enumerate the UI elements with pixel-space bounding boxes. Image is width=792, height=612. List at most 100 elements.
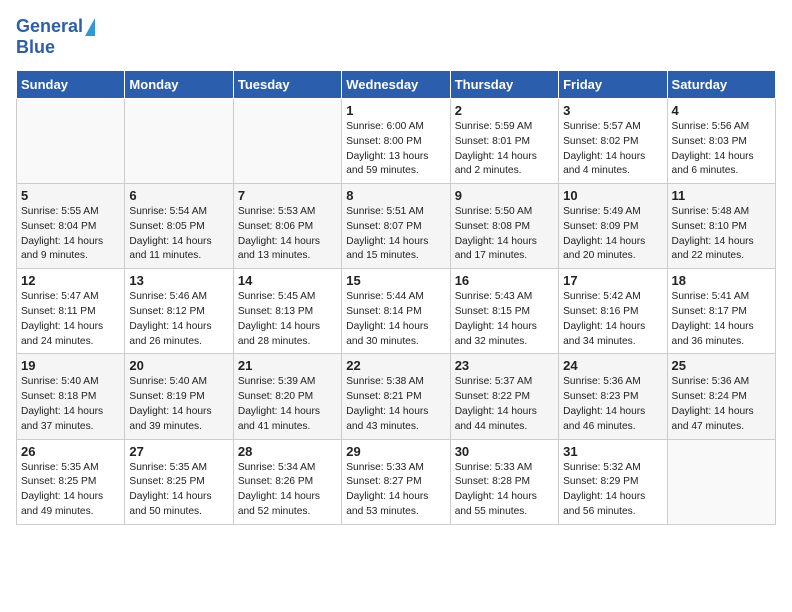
day-info: Sunrise: 5:37 AMSunset: 8:22 PMDaylight:… xyxy=(455,375,554,434)
day-info: Sunrise: 6:00 AMSunset: 8:00 PMDaylight:… xyxy=(346,120,445,179)
day-info: Sunrise: 5:44 AMSunset: 8:14 PMDaylight:… xyxy=(346,290,445,349)
day-number: 13 xyxy=(129,273,228,288)
calendar-cell: 13 Sunrise: 5:46 AMSunset: 8:12 PMDayligh… xyxy=(125,269,233,354)
day-info: Sunrise: 5:36 AMSunset: 8:23 PMDaylight:… xyxy=(563,375,662,434)
day-number: 8 xyxy=(346,188,445,203)
calendar-cell xyxy=(17,99,125,184)
day-number: 31 xyxy=(563,444,662,459)
day-info: Sunrise: 5:46 AMSunset: 8:12 PMDaylight:… xyxy=(129,290,228,349)
day-number: 22 xyxy=(346,358,445,373)
calendar-cell: 19 Sunrise: 5:40 AMSunset: 8:18 PMDayligh… xyxy=(17,354,125,439)
day-info: Sunrise: 5:45 AMSunset: 8:13 PMDaylight:… xyxy=(238,290,337,349)
day-info: Sunrise: 5:49 AMSunset: 8:09 PMDaylight:… xyxy=(563,205,662,264)
header-sunday: Sunday xyxy=(17,71,125,99)
day-info: Sunrise: 5:38 AMSunset: 8:21 PMDaylight:… xyxy=(346,375,445,434)
calendar-cell: 11 Sunrise: 5:48 AMSunset: 8:10 PMDayligh… xyxy=(667,184,775,269)
day-info: Sunrise: 5:32 AMSunset: 8:29 PMDaylight:… xyxy=(563,461,662,520)
day-info: Sunrise: 5:54 AMSunset: 8:05 PMDaylight:… xyxy=(129,205,228,264)
day-info: Sunrise: 5:59 AMSunset: 8:01 PMDaylight:… xyxy=(455,120,554,179)
calendar-table: SundayMondayTuesdayWednesdayThursdayFrid… xyxy=(16,70,776,525)
calendar-cell: 27 Sunrise: 5:35 AMSunset: 8:25 PMDayligh… xyxy=(125,439,233,524)
day-number: 2 xyxy=(455,103,554,118)
calendar-header-row: SundayMondayTuesdayWednesdayThursdayFrid… xyxy=(17,71,776,99)
week-row-1: 1 Sunrise: 6:00 AMSunset: 8:00 PMDaylight… xyxy=(17,99,776,184)
day-info: Sunrise: 5:55 AMSunset: 8:04 PMDaylight:… xyxy=(21,205,120,264)
day-number: 6 xyxy=(129,188,228,203)
day-number: 5 xyxy=(21,188,120,203)
calendar-cell: 21 Sunrise: 5:39 AMSunset: 8:20 PMDayligh… xyxy=(233,354,341,439)
day-number: 27 xyxy=(129,444,228,459)
day-number: 1 xyxy=(346,103,445,118)
day-info: Sunrise: 5:33 AMSunset: 8:27 PMDaylight:… xyxy=(346,461,445,520)
day-number: 14 xyxy=(238,273,337,288)
day-number: 16 xyxy=(455,273,554,288)
logo: General Blue xyxy=(16,16,95,58)
day-number: 23 xyxy=(455,358,554,373)
header-thursday: Thursday xyxy=(450,71,558,99)
day-info: Sunrise: 5:39 AMSunset: 8:20 PMDaylight:… xyxy=(238,375,337,434)
calendar-cell: 6 Sunrise: 5:54 AMSunset: 8:05 PMDaylight… xyxy=(125,184,233,269)
calendar-cell: 28 Sunrise: 5:34 AMSunset: 8:26 PMDayligh… xyxy=(233,439,341,524)
calendar-cell: 17 Sunrise: 5:42 AMSunset: 8:16 PMDayligh… xyxy=(559,269,667,354)
day-info: Sunrise: 5:48 AMSunset: 8:10 PMDaylight:… xyxy=(672,205,771,264)
logo-general: General xyxy=(16,16,83,37)
week-row-4: 19 Sunrise: 5:40 AMSunset: 8:18 PMDayligh… xyxy=(17,354,776,439)
calendar-cell: 31 Sunrise: 5:32 AMSunset: 8:29 PMDayligh… xyxy=(559,439,667,524)
day-number: 4 xyxy=(672,103,771,118)
day-info: Sunrise: 5:35 AMSunset: 8:25 PMDaylight:… xyxy=(21,461,120,520)
calendar-cell: 16 Sunrise: 5:43 AMSunset: 8:15 PMDayligh… xyxy=(450,269,558,354)
calendar-cell: 29Sunrise: 5:33 AMSunset: 8:27 PMDayligh… xyxy=(342,439,450,524)
day-number: 9 xyxy=(455,188,554,203)
week-row-2: 5 Sunrise: 5:55 AMSunset: 8:04 PMDaylight… xyxy=(17,184,776,269)
day-info: Sunrise: 5:51 AMSunset: 8:07 PMDaylight:… xyxy=(346,205,445,264)
day-number: 25 xyxy=(672,358,771,373)
calendar-cell: 20Sunrise: 5:40 AMSunset: 8:19 PMDayligh… xyxy=(125,354,233,439)
calendar-cell: 10 Sunrise: 5:49 AMSunset: 8:09 PMDayligh… xyxy=(559,184,667,269)
day-info: Sunrise: 5:43 AMSunset: 8:15 PMDaylight:… xyxy=(455,290,554,349)
calendar-cell: 12Sunrise: 5:47 AMSunset: 8:11 PMDayligh… xyxy=(17,269,125,354)
calendar-cell: 23 Sunrise: 5:37 AMSunset: 8:22 PMDayligh… xyxy=(450,354,558,439)
day-number: 28 xyxy=(238,444,337,459)
header-wednesday: Wednesday xyxy=(342,71,450,99)
calendar-cell: 24Sunrise: 5:36 AMSunset: 8:23 PMDayligh… xyxy=(559,354,667,439)
calendar-cell: 2 Sunrise: 5:59 AMSunset: 8:01 PMDaylight… xyxy=(450,99,558,184)
day-info: Sunrise: 5:40 AMSunset: 8:18 PMDaylight:… xyxy=(21,375,120,434)
calendar-cell: 26 Sunrise: 5:35 AMSunset: 8:25 PMDayligh… xyxy=(17,439,125,524)
calendar-cell: 7 Sunrise: 5:53 AMSunset: 8:06 PMDaylight… xyxy=(233,184,341,269)
day-info: Sunrise: 5:53 AMSunset: 8:06 PMDaylight:… xyxy=(238,205,337,264)
day-info: Sunrise: 5:35 AMSunset: 8:25 PMDaylight:… xyxy=(129,461,228,520)
day-info: Sunrise: 5:41 AMSunset: 8:17 PMDaylight:… xyxy=(672,290,771,349)
page-header: General Blue xyxy=(16,16,776,58)
day-info: Sunrise: 5:36 AMSunset: 8:24 PMDaylight:… xyxy=(672,375,771,434)
day-info: Sunrise: 5:57 AMSunset: 8:02 PMDaylight:… xyxy=(563,120,662,179)
day-number: 17 xyxy=(563,273,662,288)
calendar-cell xyxy=(125,99,233,184)
day-number: 19 xyxy=(21,358,120,373)
calendar-cell: 25 Sunrise: 5:36 AMSunset: 8:24 PMDayligh… xyxy=(667,354,775,439)
calendar-cell: 1 Sunrise: 6:00 AMSunset: 8:00 PMDaylight… xyxy=(342,99,450,184)
day-number: 7 xyxy=(238,188,337,203)
calendar-cell xyxy=(233,99,341,184)
day-info: Sunrise: 5:42 AMSunset: 8:16 PMDaylight:… xyxy=(563,290,662,349)
header-friday: Friday xyxy=(559,71,667,99)
day-info: Sunrise: 5:34 AMSunset: 8:26 PMDaylight:… xyxy=(238,461,337,520)
day-number: 12 xyxy=(21,273,120,288)
calendar-cell: 8 Sunrise: 5:51 AMSunset: 8:07 PMDaylight… xyxy=(342,184,450,269)
week-row-3: 12Sunrise: 5:47 AMSunset: 8:11 PMDayligh… xyxy=(17,269,776,354)
day-info: Sunrise: 5:40 AMSunset: 8:19 PMDaylight:… xyxy=(129,375,228,434)
calendar-cell: 18Sunrise: 5:41 AMSunset: 8:17 PMDayligh… xyxy=(667,269,775,354)
header-tuesday: Tuesday xyxy=(233,71,341,99)
logo-blue-text: Blue xyxy=(16,37,55,58)
calendar-cell: 14 Sunrise: 5:45 AMSunset: 8:13 PMDayligh… xyxy=(233,269,341,354)
header-monday: Monday xyxy=(125,71,233,99)
logo-triangle-icon xyxy=(85,18,95,36)
day-number: 11 xyxy=(672,188,771,203)
day-info: Sunrise: 5:33 AMSunset: 8:28 PMDaylight:… xyxy=(455,461,554,520)
day-number: 21 xyxy=(238,358,337,373)
day-number: 10 xyxy=(563,188,662,203)
day-info: Sunrise: 5:56 AMSunset: 8:03 PMDaylight:… xyxy=(672,120,771,179)
day-number: 30 xyxy=(455,444,554,459)
day-number: 26 xyxy=(21,444,120,459)
calendar-cell: 30 Sunrise: 5:33 AMSunset: 8:28 PMDayligh… xyxy=(450,439,558,524)
calendar-cell xyxy=(667,439,775,524)
